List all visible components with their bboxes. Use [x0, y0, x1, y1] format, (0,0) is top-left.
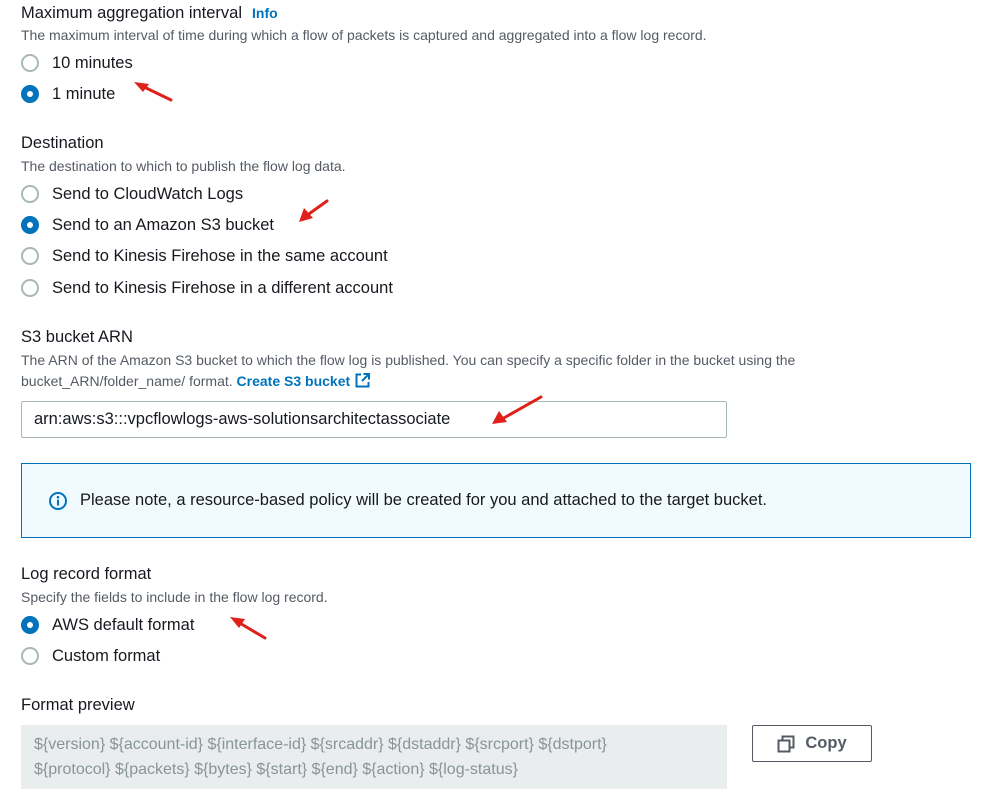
- annotation-arrow: [134, 82, 173, 102]
- s3-bucket-arn-description-line2: bucket_ARN/folder_name/ format. Create S…: [21, 370, 371, 392]
- log-record-format-title: Log record format: [21, 565, 152, 583]
- radio-button-checked[interactable]: [21, 616, 39, 634]
- radio-cloudwatch-logs[interactable]: Send to CloudWatch Logs: [21, 182, 243, 206]
- create-s3-bucket-link[interactable]: Create S3 bucket: [237, 373, 372, 389]
- aggregation-interval-description: The maximum interval of time during whic…: [21, 27, 707, 43]
- radio-kinesis-different-account[interactable]: Send to Kinesis Firehose in a different …: [21, 276, 393, 300]
- radio-aws-default-format[interactable]: AWS default format: [21, 613, 194, 637]
- radio-label: Send to Kinesis Firehose in a different …: [52, 278, 393, 297]
- radio-button[interactable]: [21, 54, 39, 72]
- s3-bucket-arn-input[interactable]: arn:aws:s3:::vpcflowlogs-aws-solutionsar…: [21, 401, 727, 438]
- format-preview-box: ${version} ${account-id} ${interface-id}…: [21, 725, 727, 789]
- radio-button-checked[interactable]: [21, 85, 39, 103]
- destination-title: Destination: [21, 134, 104, 152]
- radio-label: AWS default format: [52, 615, 195, 634]
- folder-format-text: bucket_ARN/folder_name/ format.: [21, 373, 233, 389]
- info-circle-icon: [49, 491, 67, 510]
- radio-label: Send to CloudWatch Logs: [52, 184, 244, 203]
- annotation-arrow: [230, 617, 267, 640]
- radio-custom-format[interactable]: Custom format: [21, 644, 160, 668]
- copy-icon: [777, 735, 795, 752]
- create-s3-bucket-label: Create S3 bucket: [236, 373, 351, 389]
- radio-label: Send to an Amazon S3 bucket: [52, 215, 274, 234]
- info-alert: Please note, a resource-based policy wil…: [21, 463, 971, 538]
- alert-text: Please note, a resource-based policy wil…: [80, 491, 767, 509]
- destination-description: The destination to which to publish the …: [21, 158, 346, 174]
- radio-button[interactable]: [21, 279, 39, 297]
- copy-button[interactable]: Copy: [752, 725, 872, 762]
- radio-kinesis-same-account[interactable]: Send to Kinesis Firehose in the same acc…: [21, 244, 388, 268]
- s3-bucket-arn-description-line1: The ARN of the Amazon S3 bucket to which…: [21, 352, 796, 368]
- info-link[interactable]: Info: [252, 5, 278, 21]
- radio-1-minute[interactable]: 1 minute: [21, 82, 115, 106]
- aggregation-interval-label: Maximum aggregation interval: [21, 4, 243, 22]
- format-preview-title: Format preview: [21, 696, 135, 714]
- radio-button-checked[interactable]: [21, 216, 39, 234]
- radio-label: Custom format: [52, 646, 161, 665]
- radio-10-minutes[interactable]: 10 minutes: [21, 51, 133, 75]
- radio-s3-bucket[interactable]: Send to an Amazon S3 bucket: [21, 213, 274, 237]
- format-preview-line: ${version} ${account-id} ${interface-id}…: [34, 736, 607, 753]
- log-record-format-description: Specify the fields to include in the flo…: [21, 589, 328, 605]
- copy-label: Copy: [805, 734, 847, 752]
- s3-bucket-arn-title: S3 bucket ARN: [21, 328, 133, 346]
- radio-label: Send to Kinesis Firehose in the same acc…: [52, 246, 388, 265]
- external-link-icon: [355, 373, 371, 388]
- annotation-arrow: [299, 199, 329, 222]
- format-preview-line: ${protocol} ${packets} ${bytes} ${start}…: [34, 761, 518, 778]
- radio-label: 1 minute: [52, 84, 116, 103]
- annotation-arrow: [492, 395, 543, 424]
- radio-button[interactable]: [21, 247, 39, 265]
- radio-label: 10 minutes: [52, 53, 133, 72]
- radio-button[interactable]: [21, 647, 39, 665]
- radio-button[interactable]: [21, 185, 39, 203]
- aggregation-interval-title: Maximum aggregation interval Info: [21, 4, 278, 23]
